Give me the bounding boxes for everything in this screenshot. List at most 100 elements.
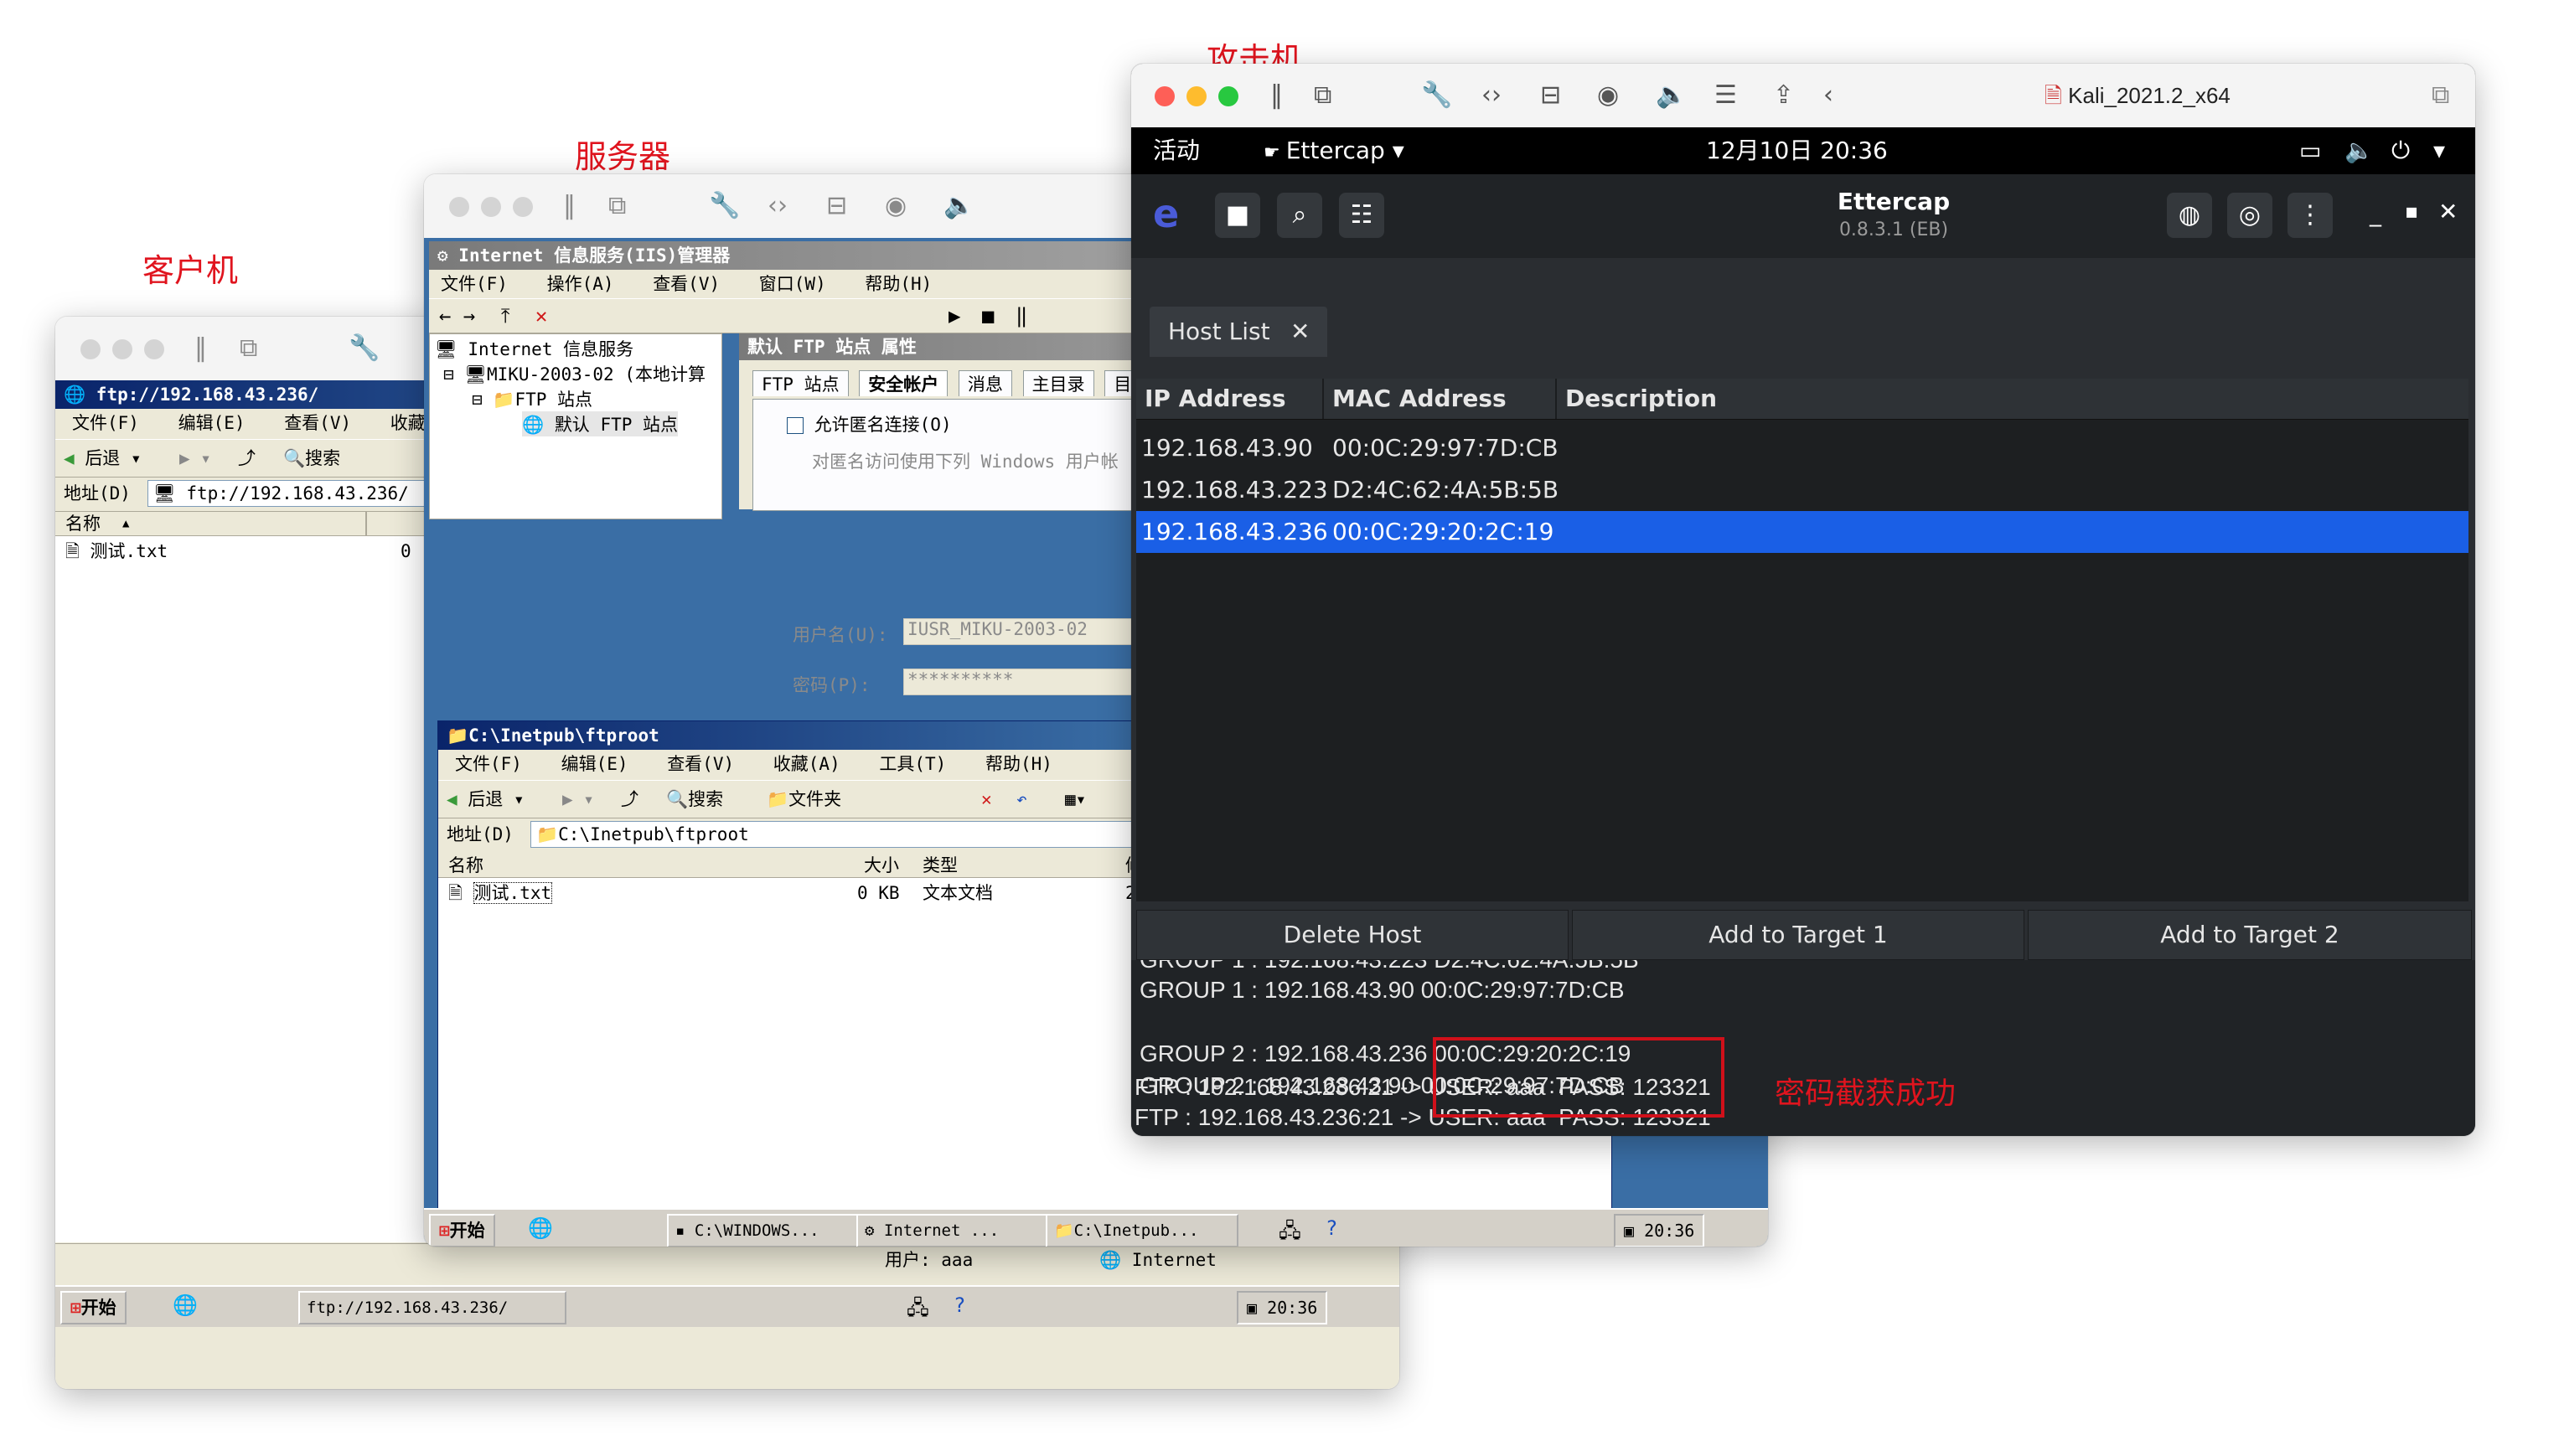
tab-security[interactable]: 安全帐户 [859,370,949,396]
back-button[interactable]: ◀ 后退 ▾ [64,440,142,477]
minimize-light[interactable] [112,339,132,359]
close-icon[interactable]: ✕ [2438,198,2458,225]
table-row[interactable]: 192.168.43.223 D2:4C:62:4A:5B:5B [1136,469,2475,511]
up-folder-icon[interactable]: ⤴ [238,440,256,477]
camera-icon[interactable]: ◉ [1597,80,1619,110]
pause-icon[interactable]: ‖ [194,333,207,363]
network-icon[interactable]: 🖧 [907,1293,929,1328]
menu-file[interactable]: 文件(F) [455,754,522,774]
play-icon[interactable]: ▶ [949,299,960,333]
wrench-icon[interactable]: 🔧 [1421,80,1452,110]
iis-menu-file[interactable]: 文件(F) [441,274,508,294]
clock[interactable]: 12月10日 20:36 [1706,127,1888,174]
minimize-light[interactable] [1186,86,1207,106]
code-icon[interactable]: ‹› [1481,80,1502,110]
iis-menu-action[interactable]: 操作(A) [547,274,614,294]
search-button[interactable]: 🔍搜索 [283,440,340,477]
minimize-icon[interactable]: _ [2370,199,2381,227]
col-name[interactable]: 名称 [448,854,483,877]
up-icon[interactable]: ⤒ [501,304,510,328]
tree-item-ftp-sites[interactable]: ⊟ 📁FTP 站点 [472,386,592,411]
wrench-icon[interactable]: 🔧 [709,191,740,220]
close-light[interactable] [449,197,469,217]
table-row-selected[interactable]: 192.168.43.236 00:0C:29:20:2C:19 [1136,511,2468,553]
forward-button[interactable]: ▶ ▾ [562,781,594,818]
up-folder-icon[interactable]: ⤴ [621,781,638,818]
display-icon[interactable]: ▭ [2299,127,2321,174]
close-light[interactable] [1155,86,1175,106]
pause-icon[interactable]: ‖ [563,191,576,220]
tab-messages[interactable]: 消息 [958,370,1012,396]
drive-icon[interactable]: ⊟ [1540,80,1561,110]
task-cmd[interactable]: ▪ C:\WINDOWS... [667,1214,860,1247]
chevron-down-icon[interactable]: ▾ [2433,127,2445,174]
table-row[interactable]: 192.168.43.90 00:0C:29:97:7D:CB [1136,427,2475,469]
checkbox[interactable] [787,417,804,434]
minimize-light[interactable] [481,197,501,217]
iis-menu-window[interactable]: 窗口(W) [759,274,826,294]
share-icon[interactable]: ⇪ [1773,80,1794,110]
scan-hosts-button[interactable]: ⌕ [1277,193,1322,238]
task-iis[interactable]: ⚙ Internet ... [856,1214,1049,1247]
zoom-light[interactable] [144,339,164,359]
views-icon[interactable]: ▦▾ [1065,781,1086,818]
maximize-icon[interactable]: ▪ [2405,199,2418,223]
menu-edit[interactable]: 编辑(E) [178,413,246,433]
task-ftp[interactable]: ftp://192.168.43.236/ [298,1291,566,1324]
col-desc[interactable]: Description [1565,379,1717,419]
col-type[interactable]: 类型 [923,854,958,877]
start-button[interactable]: ⊞开始 [60,1291,127,1324]
delete-icon[interactable]: ✕ [535,304,547,328]
speaker-icon[interactable]: 🔈 [1656,80,1687,110]
power-icon[interactable]: ⏻ [2391,127,2410,174]
stop-icon[interactable]: ■ [982,299,994,333]
iis-menu-view[interactable]: 查看(V) [653,274,720,294]
start-button[interactable]: ⊞开始 [429,1214,495,1247]
close-tab-icon[interactable]: ✕ [1290,307,1310,357]
col-mac[interactable]: MAC Address [1332,379,1507,419]
allow-anon-checkbox-row[interactable]: 允许匿名连接(O) [787,411,952,436]
tree-item-iis[interactable]: 🖥 Internet 信息服务 [435,336,633,361]
snapshot-icon[interactable]: ⧉ [608,191,626,220]
stop-sniffing-button[interactable]: ■ [1215,193,1260,238]
forward-button[interactable]: ▶ ▾ [179,440,211,477]
add-target2-button[interactable]: Add to Target 2 [2028,910,2472,960]
tab-home-dir[interactable]: 主目录 [1022,370,1094,396]
chevron-left-icon[interactable]: ‹ [1823,80,1833,110]
tab-ftp-site[interactable]: FTP 站点 [752,370,849,396]
drive-icon[interactable]: ⊟ [826,191,847,220]
col-size[interactable]: 大小 [864,854,899,877]
snapshot-icon[interactable]: ⧉ [240,333,257,363]
close-light[interactable] [80,339,101,359]
task-explorer[interactable]: 📁C:\Inetpub... [1046,1214,1238,1247]
app-menu[interactable]: ☛ Ettercap ▾ [1264,127,1404,177]
network-icon[interactable]: 🖧 [1279,1216,1301,1247]
back-button[interactable]: ◀ 后退 ▾ [447,781,525,818]
menu-view[interactable]: 查看(V) [667,754,734,774]
search-button[interactable]: 🔍搜索 [666,781,723,818]
pause-icon[interactable]: ‖ [1270,80,1283,110]
host-list-button[interactable]: ☷ [1339,193,1384,238]
wrench-icon[interactable]: 🔧 [349,333,380,363]
mitm-menu-button[interactable]: ◍ [2167,193,2212,238]
tree-item-default-ftp[interactable]: 🌐 默认 FTP 站点 [522,411,679,436]
code-icon[interactable]: ‹› [768,191,788,220]
activities-button[interactable]: 活动 [1153,127,1200,174]
zoom-light[interactable] [1218,86,1238,106]
delete-host-button[interactable]: Delete Host [1136,910,1569,960]
add-target1-button[interactable]: Add to Target 1 [1572,910,2024,960]
iis-menu-help[interactable]: 帮助(H) [865,274,932,294]
undo-icon[interactable]: ↶ [1016,781,1027,818]
col-ip[interactable]: IP Address [1145,379,1286,419]
menu-file[interactable]: 文件(F) [72,413,139,433]
pause-service-icon[interactable]: ‖ [1016,299,1027,333]
list-item[interactable]: 🗎 测试.txt 0 [65,539,451,564]
snapshot-icon[interactable]: ⧉ [1314,80,1331,110]
help-icon[interactable]: ? [954,1293,965,1317]
zoom-light[interactable] [513,197,533,217]
menu-button[interactable]: ⋮ [2287,193,2333,238]
col-name[interactable]: 名称 [65,512,101,535]
menu-favorites[interactable]: 收藏(A) [773,754,840,774]
menu-help[interactable]: 帮助(H) [985,754,1052,774]
delete-icon[interactable]: ✕ [981,781,992,818]
